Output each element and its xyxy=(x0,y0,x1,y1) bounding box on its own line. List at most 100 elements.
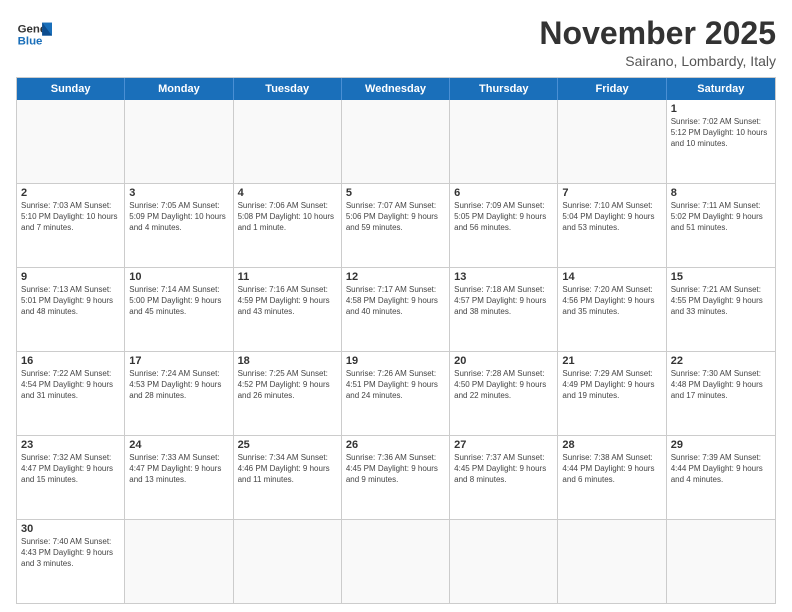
cell-info: Sunrise: 7:07 AM Sunset: 5:06 PM Dayligh… xyxy=(346,201,445,233)
cell-info: Sunrise: 7:03 AM Sunset: 5:10 PM Dayligh… xyxy=(21,201,120,233)
calendar-cell xyxy=(342,100,450,183)
cell-info: Sunrise: 7:28 AM Sunset: 4:50 PM Dayligh… xyxy=(454,369,553,401)
calendar-cell: 4Sunrise: 7:06 AM Sunset: 5:08 PM Daylig… xyxy=(234,184,342,267)
calendar: SundayMondayTuesdayWednesdayThursdayFrid… xyxy=(16,77,776,604)
cell-date: 4 xyxy=(238,187,337,199)
calendar-cell: 19 Sunrise: 7:26 AM Sunset: 4:51 PM Dayli… xyxy=(342,352,450,435)
day-header-friday: Friday xyxy=(558,78,666,100)
calendar-cell: 1 Sunrise: 7:02 AM Sunset: 5:12 PM Daylig… xyxy=(667,100,775,183)
cell-info: Sunrise: 7:17 AM Sunset: 4:58 PM Dayligh… xyxy=(346,285,445,317)
calendar-cell xyxy=(450,520,558,603)
calendar-cell: 12 Sunrise: 7:17 AM Sunset: 4:58 PM Dayli… xyxy=(342,268,450,351)
calendar-row-1: 2 Sunrise: 7:03 AM Sunset: 5:10 PM Daylig… xyxy=(17,184,775,268)
cell-info: Sunrise: 7:20 AM Sunset: 4:56 PM Dayligh… xyxy=(562,285,661,317)
cell-info: Sunrise: 7:29 AM Sunset: 4:49 PM Dayligh… xyxy=(562,369,661,401)
calendar-cell: 8Sunrise: 7:11 AM Sunset: 5:02 PM Daylig… xyxy=(667,184,775,267)
calendar-row-5: 30Sunrise: 7:40 AM Sunset: 4:43 PM Dayli… xyxy=(17,520,775,603)
cell-date: 14 xyxy=(562,271,661,283)
cell-date: 18 xyxy=(238,355,337,367)
cell-date: 13 xyxy=(454,271,553,283)
day-header-sunday: Sunday xyxy=(17,78,125,100)
cell-info: Sunrise: 7:18 AM Sunset: 4:57 PM Dayligh… xyxy=(454,285,553,317)
calendar-cell: 7 Sunrise: 7:10 AM Sunset: 5:04 PM Daylig… xyxy=(558,184,666,267)
cell-date: 16 xyxy=(21,355,120,367)
calendar-cell: 20 Sunrise: 7:28 AM Sunset: 4:50 PM Dayli… xyxy=(450,352,558,435)
cell-date: 26 xyxy=(346,439,445,451)
logo: General Blue xyxy=(16,16,52,52)
calendar-cell xyxy=(125,100,233,183)
calendar-cell xyxy=(558,100,666,183)
calendar-cell: 13 Sunrise: 7:18 AM Sunset: 4:57 PM Dayli… xyxy=(450,268,558,351)
calendar-cell xyxy=(342,520,450,603)
calendar-title: November 2025 xyxy=(539,16,776,51)
cell-info: Sunrise: 7:10 AM Sunset: 5:04 PM Dayligh… xyxy=(562,201,661,233)
day-header-tuesday: Tuesday xyxy=(234,78,342,100)
calendar-cell: 9Sunrise: 7:13 AM Sunset: 5:01 PM Daylig… xyxy=(17,268,125,351)
cell-date: 23 xyxy=(21,439,120,451)
cell-date: 19 xyxy=(346,355,445,367)
cell-info: Sunrise: 7:24 AM Sunset: 4:53 PM Dayligh… xyxy=(129,369,228,401)
calendar-body: 1 Sunrise: 7:02 AM Sunset: 5:12 PM Daylig… xyxy=(17,100,775,603)
calendar-cell xyxy=(17,100,125,183)
calendar-cell: 21 Sunrise: 7:29 AM Sunset: 4:49 PM Dayli… xyxy=(558,352,666,435)
calendar-cell: 29 Sunrise: 7:39 AM Sunset: 4:44 PM Dayli… xyxy=(667,436,775,519)
calendar-cell: 30Sunrise: 7:40 AM Sunset: 4:43 PM Dayli… xyxy=(17,520,125,603)
cell-info: Sunrise: 7:39 AM Sunset: 4:44 PM Dayligh… xyxy=(671,453,771,485)
cell-date: 10 xyxy=(129,271,228,283)
calendar-subtitle: Sairano, Lombardy, Italy xyxy=(539,53,776,69)
cell-info: Sunrise: 7:22 AM Sunset: 4:54 PM Dayligh… xyxy=(21,369,120,401)
calendar-cell: 10Sunrise: 7:14 AM Sunset: 5:00 PM Dayli… xyxy=(125,268,233,351)
cell-info: Sunrise: 7:37 AM Sunset: 4:45 PM Dayligh… xyxy=(454,453,553,485)
day-header-thursday: Thursday xyxy=(450,78,558,100)
cell-date: 24 xyxy=(129,439,228,451)
header: General Blue November 2025 Sairano, Lomb… xyxy=(16,16,776,69)
calendar-cell: 17Sunrise: 7:24 AM Sunset: 4:53 PM Dayli… xyxy=(125,352,233,435)
cell-date: 11 xyxy=(238,271,337,283)
day-header-monday: Monday xyxy=(125,78,233,100)
cell-info: Sunrise: 7:16 AM Sunset: 4:59 PM Dayligh… xyxy=(238,285,337,317)
logo-icon: General Blue xyxy=(16,16,52,52)
cell-info: Sunrise: 7:33 AM Sunset: 4:47 PM Dayligh… xyxy=(129,453,228,485)
cell-date: 12 xyxy=(346,271,445,283)
cell-info: Sunrise: 7:02 AM Sunset: 5:12 PM Dayligh… xyxy=(671,117,771,149)
cell-date: 2 xyxy=(21,187,120,199)
calendar-cell: 27Sunrise: 7:37 AM Sunset: 4:45 PM Dayli… xyxy=(450,436,558,519)
cell-date: 3 xyxy=(129,187,228,199)
svg-text:Blue: Blue xyxy=(18,36,43,48)
title-block: November 2025 Sairano, Lombardy, Italy xyxy=(539,16,776,69)
calendar-row-0: 1 Sunrise: 7:02 AM Sunset: 5:12 PM Daylig… xyxy=(17,100,775,184)
cell-info: Sunrise: 7:09 AM Sunset: 5:05 PM Dayligh… xyxy=(454,201,553,233)
cell-date: 1 xyxy=(671,103,771,115)
calendar-cell: 3 Sunrise: 7:05 AM Sunset: 5:09 PM Daylig… xyxy=(125,184,233,267)
day-header-saturday: Saturday xyxy=(667,78,775,100)
calendar-cell xyxy=(558,520,666,603)
cell-date: 21 xyxy=(562,355,661,367)
cell-info: Sunrise: 7:36 AM Sunset: 4:45 PM Dayligh… xyxy=(346,453,445,485)
calendar-cell xyxy=(234,100,342,183)
calendar-cell xyxy=(667,520,775,603)
calendar-header: SundayMondayTuesdayWednesdayThursdayFrid… xyxy=(17,78,775,100)
cell-info: Sunrise: 7:30 AM Sunset: 4:48 PM Dayligh… xyxy=(671,369,771,401)
cell-info: Sunrise: 7:11 AM Sunset: 5:02 PM Dayligh… xyxy=(671,201,771,233)
cell-info: Sunrise: 7:40 AM Sunset: 4:43 PM Dayligh… xyxy=(21,537,120,569)
cell-info: Sunrise: 7:05 AM Sunset: 5:09 PM Dayligh… xyxy=(129,201,228,233)
calendar-row-3: 16 Sunrise: 7:22 AM Sunset: 4:54 PM Dayli… xyxy=(17,352,775,436)
calendar-cell: 2 Sunrise: 7:03 AM Sunset: 5:10 PM Daylig… xyxy=(17,184,125,267)
cell-info: Sunrise: 7:25 AM Sunset: 4:52 PM Dayligh… xyxy=(238,369,337,401)
calendar-cell: 18 Sunrise: 7:25 AM Sunset: 4:52 PM Dayli… xyxy=(234,352,342,435)
cell-date: 20 xyxy=(454,355,553,367)
cell-info: Sunrise: 7:21 AM Sunset: 4:55 PM Dayligh… xyxy=(671,285,771,317)
cell-info: Sunrise: 7:13 AM Sunset: 5:01 PM Dayligh… xyxy=(21,285,120,317)
cell-date: 25 xyxy=(238,439,337,451)
cell-date: 7 xyxy=(562,187,661,199)
cell-info: Sunrise: 7:26 AM Sunset: 4:51 PM Dayligh… xyxy=(346,369,445,401)
calendar-cell: 14 Sunrise: 7:20 AM Sunset: 4:56 PM Dayli… xyxy=(558,268,666,351)
cell-date: 29 xyxy=(671,439,771,451)
cell-date: 22 xyxy=(671,355,771,367)
calendar-cell: 28Sunrise: 7:38 AM Sunset: 4:44 PM Dayli… xyxy=(558,436,666,519)
calendar-cell: 16 Sunrise: 7:22 AM Sunset: 4:54 PM Dayli… xyxy=(17,352,125,435)
calendar-cell: 11 Sunrise: 7:16 AM Sunset: 4:59 PM Dayli… xyxy=(234,268,342,351)
calendar-cell: 26 Sunrise: 7:36 AM Sunset: 4:45 PM Dayli… xyxy=(342,436,450,519)
cell-info: Sunrise: 7:38 AM Sunset: 4:44 PM Dayligh… xyxy=(562,453,661,485)
page: General Blue November 2025 Sairano, Lomb… xyxy=(0,0,792,612)
